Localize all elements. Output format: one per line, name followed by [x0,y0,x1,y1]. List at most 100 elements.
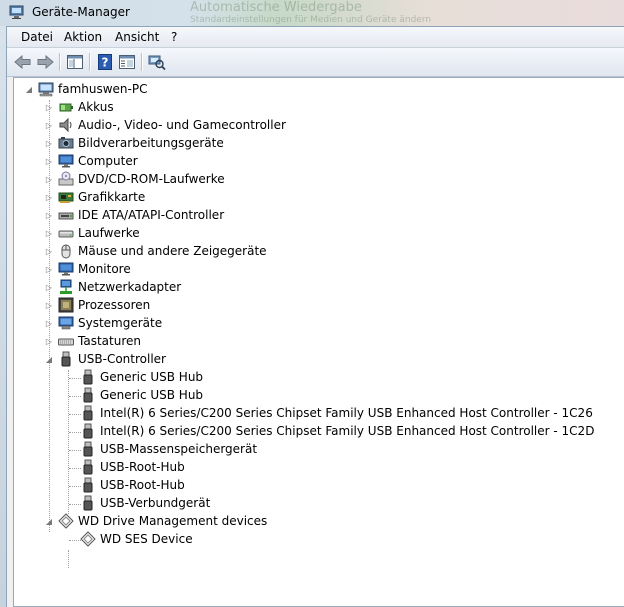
tree-category[interactable]: ▷ Laufwerke [44,224,140,242]
menu-aktion[interactable]: Aktion [62,30,104,44]
collapse-triangle-icon[interactable]: ◢ [44,354,54,364]
device-label: Intel(R) 6 Series/C200 Series Chipset Fa… [100,424,595,438]
wd-diamond-icon [58,513,74,529]
usb-plug-icon [83,477,93,493]
processor-icon [58,297,74,313]
usb-plug-icon [83,423,93,439]
expand-triangle-icon[interactable]: ▷ [44,228,54,238]
tree-category[interactable]: ▷ Netzwerkadapter [44,278,181,296]
show-hide-console-tree-icon [67,55,83,69]
tree-category[interactable]: ▷ Akkus [44,98,114,116]
tree-root-label: famhuswen-PC [58,82,148,96]
category-label: Akkus [78,100,114,114]
expand-triangle-icon[interactable]: ▷ [44,156,54,166]
category-label: Mäuse und andere Zeigegeräte [78,244,267,258]
device-label: WD SES Device [100,532,193,546]
tree-device[interactable]: WD SES Device [80,530,193,548]
expand-triangle-icon[interactable]: ▷ [44,282,54,292]
tree-device[interactable]: USB-Massenspeichergerät [80,440,257,458]
display-adapter-icon [58,192,74,203]
forward-button[interactable] [35,53,55,71]
usb-plug-icon [83,387,93,403]
expand-triangle-icon[interactable]: ▷ [44,120,54,130]
background-window-title: Automatische Wiedergabe [190,0,362,15]
device-label: USB-Verbundgerät [100,496,211,510]
usb-plug-icon [61,351,71,367]
tree-category[interactable]: ▷ Audio-, Video- und Gamecontroller [44,116,286,134]
back-button[interactable] [13,53,33,71]
computer-icon [38,82,54,97]
expand-triangle-icon[interactable]: ▷ [44,174,54,184]
category-label: IDE ATA/ATAPI-Controller [78,208,225,222]
tree-category[interactable]: ▷ IDE ATA/ATAPI-Controller [44,206,224,224]
expand-triangle-icon[interactable]: ▷ [44,246,54,256]
system-device-icon [58,316,74,330]
menu-help[interactable]: ? [169,30,179,44]
tree-category[interactable]: ▷ Tastaturen [44,332,141,350]
help-icon: ? [98,54,112,70]
usb-plug-icon [83,369,93,385]
window-title: Geräte-Manager [32,5,130,19]
tree-device[interactable]: USB-Verbundgerät [80,494,210,512]
tree-category-wd[interactable]: ◢ WD Drive Management devices [44,512,267,530]
keyboard-icon [58,338,74,346]
tree-category[interactable]: ▷ DVD/CD-ROM-Laufwerke [44,170,225,188]
window-frame: Datei Aktion Ansicht ? ? ◢ famhuswen-PC … [6,26,624,607]
category-label: Prozessoren [78,298,151,312]
tree-category[interactable]: ▷ Prozessoren [44,296,150,314]
tree-root[interactable]: ◢ famhuswen-PC [24,80,147,98]
expand-triangle-icon[interactable]: ▷ [44,336,54,346]
dvd-drive-icon [58,171,74,186]
ide-controller-icon [58,212,74,220]
tree-guide-line [68,550,69,568]
category-label: Bildverarbeitungsgeräte [78,136,224,150]
collapse-triangle-icon[interactable]: ◢ [44,516,54,526]
expand-triangle-icon[interactable]: ▷ [44,102,54,112]
tree-category[interactable]: ▷ Grafikkarte [44,188,145,206]
toolbar-separator [141,53,143,71]
expand-triangle-icon[interactable]: ▷ [44,300,54,310]
device-label: USB-Root-Hub [100,478,185,492]
expand-triangle-icon[interactable]: ▷ [44,192,54,202]
monitor-icon [58,262,74,276]
tree-category[interactable]: ▷ Bildverarbeitungsgeräte [44,134,224,152]
tree-guide-line [68,370,69,514]
category-label: Monitore [78,262,131,276]
tree-device[interactable]: USB-Root-Hub [80,458,185,476]
expand-triangle-icon[interactable]: ▷ [44,138,54,148]
tree-device[interactable]: USB-Root-Hub [80,476,185,494]
tree-device[interactable]: Generic USB Hub [80,368,203,386]
tree-device[interactable]: Intel(R) 6 Series/C200 Series Chipset Fa… [80,404,593,422]
menu-ansicht[interactable]: Ansicht [113,30,161,44]
expand-triangle-icon[interactable]: ▷ [44,318,54,328]
monitor-icon [58,154,74,168]
scan-hardware-button[interactable] [147,53,167,71]
expand-triangle-icon[interactable]: ▷ [44,264,54,274]
show-hide-tree-button[interactable] [65,53,85,71]
tree-category[interactable]: ▷ Mäuse und andere Zeigegeräte [44,242,267,260]
speaker-icon [59,117,72,133]
toolbar-separator [59,53,61,71]
category-label: USB-Controller [78,352,166,366]
tree-category[interactable]: ▷ Monitore [44,260,131,278]
collapse-triangle-icon[interactable]: ◢ [24,84,34,94]
properties-button[interactable] [117,53,137,71]
usb-plug-icon [83,495,93,511]
mouse-icon [61,244,71,259]
toolbar-separator [89,53,91,71]
tree-device[interactable]: Intel(R) 6 Series/C200 Series Chipset Fa… [80,422,594,440]
menu-datei[interactable]: Datei [19,30,55,44]
tree-category-usb[interactable]: ◢ USB-Controller [44,350,166,368]
usb-plug-icon [83,405,93,421]
device-label: USB-Root-Hub [100,460,185,474]
category-label: Tastaturen [78,334,141,348]
device-tree[interactable]: ◢ famhuswen-PC ▷ Akkus ▷ Audio-, Video- … [13,77,624,607]
expand-triangle-icon[interactable]: ▷ [44,210,54,220]
tree-device[interactable]: Generic USB Hub [80,386,203,404]
title-bar[interactable]: Geräte-Manager Automatische Wiedergabe S… [0,0,624,26]
help-button[interactable]: ? [95,53,115,71]
tree-category[interactable]: ▷ Computer [44,152,138,170]
tree-category[interactable]: ▷ Systemgeräte [44,314,162,332]
device-label: Generic USB Hub [100,388,204,402]
category-label: DVD/CD-ROM-Laufwerke [78,172,225,186]
